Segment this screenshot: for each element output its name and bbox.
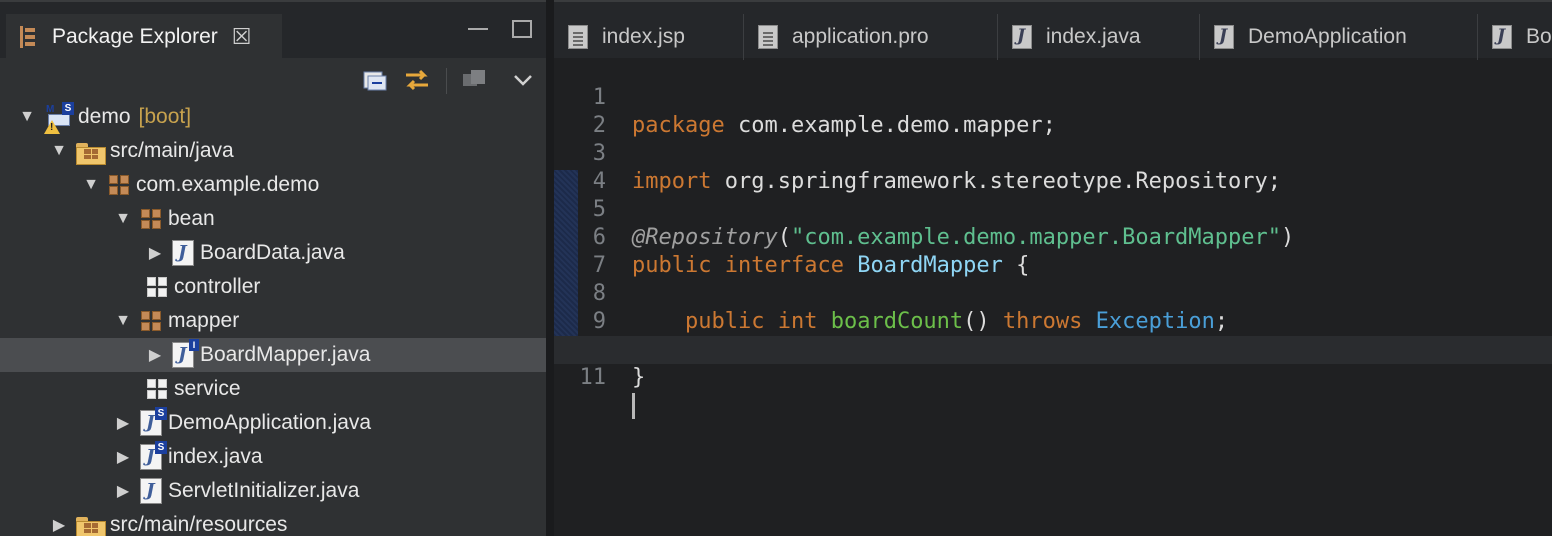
text-file-icon — [568, 25, 588, 49]
tree-item-java-file[interactable]: ▶ S index.java — [0, 440, 546, 474]
close-icon[interactable]: ☒ — [232, 26, 252, 48]
expanded-arrow-icon[interactable]: ▼ — [82, 176, 100, 194]
collapse-all-icon[interactable] — [360, 66, 390, 94]
collapsed-arrow-icon[interactable]: ▶ — [114, 414, 132, 432]
tree-item-package[interactable]: ▼ com.example.demo — [0, 168, 546, 202]
tree-item-project[interactable]: ▼ MS demo [boot] — [0, 100, 546, 134]
spring-java-file-icon: S — [140, 441, 167, 470]
spring-java-file-icon: S — [140, 407, 167, 436]
tree-item-package[interactable]: controller — [0, 270, 546, 304]
package-explorer-toolbar — [0, 58, 546, 100]
tree-item-source-folder[interactable]: ▶ src/main/resources — [0, 508, 546, 536]
tree-item-java-file[interactable]: ▶ S DemoApplication.java — [0, 406, 546, 440]
tree-item-java-file[interactable]: ▶ ServletInitializer.java — [0, 474, 546, 508]
tree-item-package[interactable]: ▼ bean — [0, 202, 546, 236]
line-number: 11 — [579, 365, 607, 390]
tree-item-label: DemoApplication.java — [168, 411, 372, 434]
package-explorer-tabbar: Package Explorer ☒ — [0, 0, 546, 60]
tree-item-label: BoardMapper.java — [200, 343, 371, 366]
editor-tab[interactable]: index.jsp — [554, 14, 744, 60]
java-interface-icon: I — [172, 339, 199, 368]
editor-tab[interactable]: application.pro — [744, 14, 998, 60]
package-explorer-title: Package Explorer — [52, 25, 218, 48]
tree-item-java-file-selected[interactable]: ▶ I BoardMapper.java — [0, 338, 546, 372]
empty-package-icon — [146, 378, 168, 400]
expanded-arrow-icon[interactable]: ▼ — [114, 210, 132, 228]
collapsed-arrow-icon[interactable]: ▶ — [146, 244, 164, 262]
editor-tab[interactable]: DemoApplication — [1200, 14, 1478, 60]
empty-package-icon — [146, 276, 168, 298]
package-explorer-icon — [18, 25, 40, 49]
code-line: 5 @Repository("com.example.demo.mapper.B… — [554, 168, 1552, 250]
package-icon — [140, 310, 162, 332]
minimize-icon[interactable] — [468, 20, 488, 30]
maximize-icon[interactable] — [512, 20, 532, 38]
tree-item-label: BoardData.java — [200, 241, 345, 264]
expanded-arrow-icon[interactable]: ▼ — [18, 108, 36, 126]
editor-tab[interactable]: index.java — [998, 14, 1200, 60]
collapsed-arrow-icon[interactable]: ▶ — [50, 516, 68, 534]
java-file-icon — [1492, 25, 1512, 49]
code-text: } — [632, 365, 646, 390]
tree-item-label: mapper — [168, 309, 240, 332]
editor-tab-label: index.jsp — [602, 25, 685, 48]
toolbar-separator — [446, 68, 447, 94]
tree-item-package[interactable]: ▼ mapper — [0, 304, 546, 338]
tree-item-label: controller — [174, 275, 261, 298]
pane-splitter[interactable] — [546, 0, 554, 536]
maven-project-icon: MS — [44, 102, 74, 134]
code-line: 10 } — [554, 308, 1552, 390]
tree-item-label: src/main/java — [110, 139, 234, 162]
collapsed-arrow-icon[interactable]: ▶ — [114, 448, 132, 466]
code-line: 3 import org.springframework.stereotype.… — [554, 112, 1552, 194]
source-folder-icon — [76, 143, 106, 165]
code-line: 1 package com.example.demo.mapper; — [554, 56, 1552, 138]
text-caret — [632, 393, 635, 419]
code-line: 2 — [554, 84, 1552, 138]
java-file-icon — [172, 240, 194, 266]
source-folder-icon — [76, 517, 106, 536]
package-icon — [108, 174, 130, 196]
expanded-arrow-icon[interactable]: ▼ — [50, 142, 68, 160]
editor-tab-label: application.pro — [792, 25, 929, 48]
code-area[interactable]: 1 package com.example.demo.mapper; 2 3 i… — [554, 56, 1552, 419]
package-explorer-view: Package Explorer ☒ ▼ MS demo [boot] — [0, 0, 546, 536]
tree-item-java-file[interactable]: ▶ BoardData.java — [0, 236, 546, 270]
text-file-icon — [758, 25, 778, 49]
tree-item-label: com.example.demo — [136, 173, 320, 196]
editor-tab-label: Bo — [1526, 25, 1552, 48]
code-line: 4 — [554, 140, 1552, 194]
collapsed-arrow-icon[interactable]: ▶ — [114, 482, 132, 500]
editor-tab-label: DemoApplication — [1248, 25, 1407, 48]
editor-tab-label: index.java — [1046, 25, 1141, 48]
chevron-down-icon[interactable] — [508, 66, 538, 94]
project-tree: ▼ MS demo [boot] ▼ src/main/java ▼ com.e… — [0, 100, 546, 536]
tree-item-source-folder[interactable]: ▼ src/main/java — [0, 134, 546, 168]
java-file-icon — [140, 478, 162, 504]
code-line: 9 — [554, 280, 1552, 334]
tree-item-label: ServletInitializer.java — [168, 479, 360, 502]
editor-tabbar: index.jsp application.pro index.java Dem… — [554, 0, 1552, 60]
tree-item-label: service — [174, 377, 241, 400]
package-explorer-tab[interactable]: Package Explorer ☒ — [6, 14, 282, 60]
expanded-arrow-icon[interactable]: ▼ — [114, 312, 132, 330]
java-file-icon — [1012, 25, 1032, 49]
tree-item-package[interactable]: service — [0, 372, 546, 406]
code-line-current: 11 — [554, 336, 1552, 419]
code-line: 8 public int boardCount() throws Excepti… — [554, 252, 1552, 334]
package-icon — [140, 208, 162, 230]
java-editor: index.jsp application.pro index.java Dem… — [554, 0, 1552, 536]
boot-decorator: [boot] — [138, 105, 192, 128]
filter-icon[interactable] — [460, 66, 490, 94]
tree-item-label: demo — [78, 105, 131, 128]
java-file-icon — [1214, 25, 1234, 49]
link-with-editor-icon[interactable] — [400, 66, 434, 94]
collapsed-arrow-icon[interactable]: ▶ — [146, 346, 164, 364]
tree-item-label: src/main/resources — [110, 513, 288, 536]
editor-tab[interactable]: Bo — [1478, 14, 1552, 60]
code-line: 6 public interface BoardMapper { — [554, 196, 1552, 278]
tree-item-label: bean — [168, 207, 215, 230]
tree-item-label: index.java — [168, 445, 263, 468]
code-line: 7 — [554, 224, 1552, 278]
